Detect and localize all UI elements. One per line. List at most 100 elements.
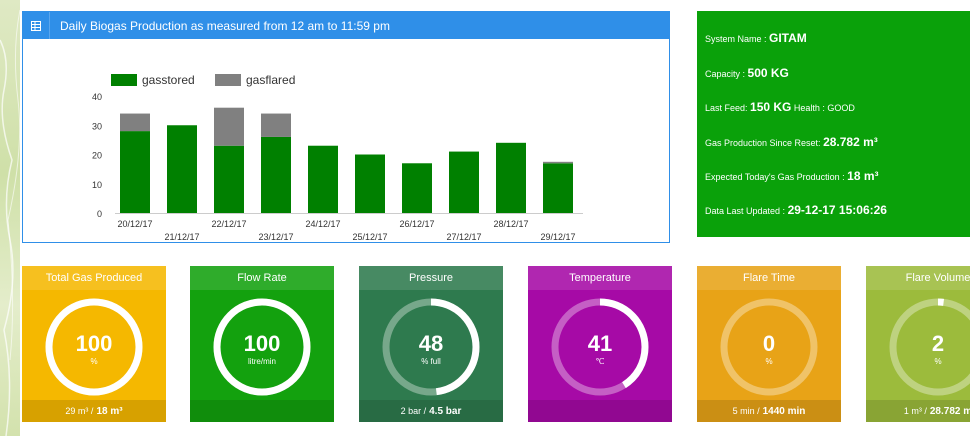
gauge: 48% full	[359, 290, 503, 400]
tile-temperature: Temperature 41 ℃	[528, 266, 672, 422]
y-tick-label: 20	[92, 151, 102, 161]
x-tick-label: 29/12/17	[540, 232, 575, 242]
tile-title: Total Gas Produced	[22, 266, 166, 290]
gauge-ring: 2%	[889, 298, 970, 396]
x-tick-label: 27/12/17	[446, 232, 481, 242]
chart-title: Daily Biogas Production as measured from…	[60, 18, 390, 33]
bar-gasflared[interactable]	[120, 113, 150, 132]
gauge-value: 0	[763, 331, 775, 356]
y-tick-label: 30	[92, 121, 102, 131]
x-tick-label: 24/12/17	[305, 219, 340, 229]
gauge: 2%	[866, 290, 970, 400]
tile-footer: 5 min / 1440 min	[697, 400, 841, 422]
chart-header: Daily Biogas Production as measured from…	[23, 12, 669, 39]
gauge-value: 100	[76, 331, 113, 356]
y-tick-label: 0	[97, 209, 102, 219]
last-updated-label: Data Last Updated :	[705, 206, 788, 216]
y-tick-label: 40	[92, 92, 102, 102]
gauge: 41 ℃	[528, 290, 672, 400]
gauge-ring: 100%	[45, 298, 143, 396]
system-info-panel: System Name : GITAM Capacity : 500 KG La…	[697, 11, 970, 237]
health-value: GOOD	[827, 103, 855, 113]
x-tick-label: 20/12/17	[117, 219, 152, 229]
tile-footer-small: 29 m³ /	[65, 406, 94, 416]
legend-swatch-gasstored	[111, 74, 137, 86]
tile-title: Flow Rate	[190, 266, 334, 290]
legend-label-gasflared: gasflared	[246, 73, 295, 87]
y-tick-label: 10	[92, 180, 102, 190]
tile-footer-bold: 28.782 m	[929, 405, 970, 417]
gauge-ring: 100litre/min	[213, 298, 311, 396]
bar-gasstored[interactable]	[355, 154, 385, 214]
legend-swatch-gasflared	[215, 74, 241, 86]
bar-gasstored[interactable]	[543, 163, 573, 213]
gas-since-reset-value: 28.782 m³	[823, 135, 878, 149]
x-tick-label: 21/12/17	[164, 232, 199, 242]
gauge-value: 41	[588, 331, 612, 356]
tile-footer	[528, 400, 672, 422]
tile-title: Temperature	[528, 266, 672, 290]
bar-gasstored[interactable]	[214, 145, 244, 213]
capacity-value: 500 KG	[747, 66, 789, 80]
gauge-value: 100	[244, 331, 281, 356]
bar-gasstored[interactable]	[496, 142, 526, 213]
gauge-unit: %	[934, 357, 941, 366]
bar-gasstored[interactable]	[120, 131, 150, 213]
x-tick-label: 25/12/17	[352, 232, 387, 242]
expected-today-label: Expected Today's Gas Production :	[705, 172, 848, 182]
tile-footer-bold: 4.5 bar	[429, 405, 462, 417]
gas-since-reset-row: Gas Production Since Reset: 28.782 m³	[705, 135, 878, 149]
bar-gasstored[interactable]	[449, 151, 479, 213]
tile-footer-small: 1 m³ /	[903, 406, 927, 416]
background-map-strip	[0, 0, 20, 436]
gauge-value: 2	[932, 331, 944, 356]
tile-title: Flare Time	[697, 266, 841, 290]
tile-footer	[190, 400, 334, 422]
tile-flare-time: Flare Time 0% 5 min / 1440 min	[697, 266, 841, 422]
system-name-value: GITAM	[769, 31, 807, 45]
capacity-row: Capacity : 500 KG	[705, 66, 789, 80]
bar-chart: gasstored gasflared 0 10 20 30 40 20/12/17 21/12…	[92, 73, 583, 242]
gauge: 0%	[697, 290, 841, 400]
tile-footer-small: 5 min /	[732, 406, 760, 416]
x-tick-label: 22/12/17	[211, 219, 246, 229]
bar-gasstored[interactable]	[261, 136, 291, 213]
gauge-value: 48	[419, 331, 443, 356]
table-icon[interactable]	[23, 12, 50, 39]
capacity-label: Capacity :	[705, 69, 748, 79]
tile-footer-bold: 1440 min	[762, 405, 806, 417]
tile-pressure: Pressure 48% full 2 bar / 4.5 bar	[359, 266, 503, 422]
bar-gasflared[interactable]	[261, 113, 291, 137]
last-updated-row: Data Last Updated : 29-12-17 15:06:26	[705, 203, 887, 217]
gauge-ring: 48% full	[382, 298, 480, 396]
last-updated-value: 29-12-17 15:06:26	[787, 203, 887, 217]
bar-gasstored[interactable]	[402, 163, 432, 213]
bar-gasflared[interactable]	[543, 161, 573, 164]
tile-footer-bold: 18 m³	[96, 405, 123, 417]
last-feed-row: Last Feed: 150 KG Health : GOOD	[705, 100, 855, 114]
gauge-ring: 0%	[720, 298, 818, 396]
x-tick-label: 23/12/17	[258, 232, 293, 242]
gauge-unit: % full	[421, 357, 441, 366]
expected-today-row: Expected Today's Gas Production : 18 m³	[705, 169, 879, 183]
gauge: 100%	[22, 290, 166, 400]
last-feed-label: Last Feed:	[705, 103, 751, 113]
system-name-label: System Name :	[705, 34, 770, 44]
bar-gasstored[interactable]	[308, 145, 338, 213]
gauge: 100 litre/min	[190, 290, 334, 400]
tile-footer: 29 m³ / 18 m³	[22, 400, 166, 422]
tile-flare-volume: Flare Volume 2% 1 m³ / 28.782 m	[866, 266, 970, 422]
map-lines	[0, 9, 20, 436]
legend-label-gasstored: gasstored	[142, 73, 195, 87]
tile-footer: 1 m³ / 28.782 m	[866, 400, 970, 422]
bar-gasflared[interactable]	[214, 107, 244, 146]
tile-title: Flare Volume	[866, 266, 970, 290]
gauge-unit: %	[765, 357, 772, 366]
health-label: Health :	[791, 103, 828, 113]
tile-total-gas-produced: Total Gas Produced 100% 29 m³ / 18 m³	[22, 266, 166, 422]
gauge-unit: litre/min	[248, 357, 276, 366]
gas-since-reset-label: Gas Production Since Reset:	[705, 138, 824, 148]
system-name-row: System Name : GITAM	[705, 31, 807, 45]
tile-footer-small: 2 bar /	[400, 406, 427, 416]
bar-gasstored[interactable]	[167, 125, 197, 213]
